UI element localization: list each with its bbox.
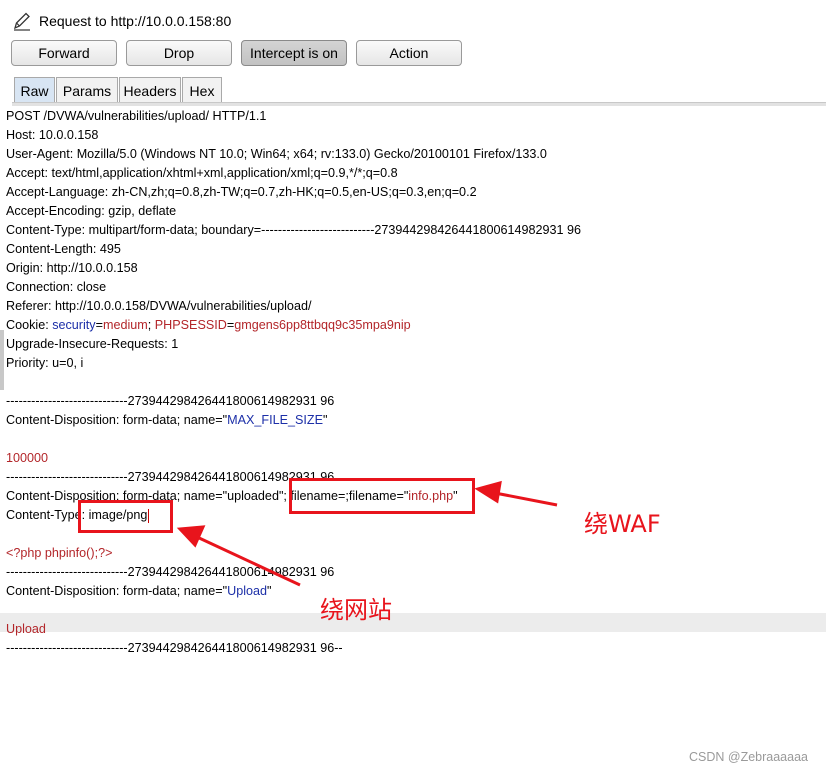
header-accept-encoding: Accept-Encoding: gzip, deflate: [6, 204, 177, 218]
disposition-prefix: Content-Disposition: form-data; name=": [6, 413, 228, 427]
content-type-highlight-box: [78, 500, 173, 533]
cookie-prefix: Cookie:: [6, 318, 53, 332]
header-accept-language: Accept-Language: zh-CN,zh;q=0.8,zh-TW;q=…: [6, 185, 477, 199]
watermark: CSDN @Zebraaaaaa: [689, 750, 808, 764]
pencil-icon: [13, 12, 30, 31]
site-annotation-label: 绕网站: [320, 596, 392, 624]
action-button[interactable]: Action: [356, 40, 462, 66]
cookie-eq: =: [95, 318, 103, 332]
tab-raw[interactable]: Raw: [14, 77, 55, 103]
raw-request-editor[interactable]: POST /DVWA/vulnerabilities/upload/ HTTP/…: [0, 106, 826, 772]
message-tabs: Raw Params Headers Hex: [0, 77, 826, 103]
window-title: Request to http://10.0.0.158:80: [39, 13, 232, 29]
header-upgrade: Upgrade-Insecure-Requests: 1: [6, 337, 179, 351]
header-referer: Referer: http://10.0.0.158/DVWA/vulnerab…: [6, 299, 312, 313]
tab-headers[interactable]: Headers: [119, 77, 181, 103]
header-host: Host: 10.0.0.158: [6, 128, 99, 142]
multipart-boundary: -----------------------------27394429842…: [6, 470, 335, 484]
waf-annotation-label: 绕WAF: [584, 510, 661, 538]
header-origin: Origin: http://10.0.0.158: [6, 261, 138, 275]
header-connection: Connection: close: [6, 280, 107, 294]
multipart-boundary: -----------------------------27394429842…: [6, 394, 335, 408]
disposition-suffix: ": [323, 413, 328, 427]
multipart-boundary: -----------------------------27394429842…: [6, 565, 335, 579]
header-content-length: Content-Length: 495: [6, 242, 121, 256]
cookie-security-value: medium: [102, 318, 148, 332]
forward-button[interactable]: Forward: [11, 40, 117, 66]
header-priority: Priority: u=0, i: [6, 356, 84, 370]
title-bar: Request to http://10.0.0.158:80: [0, 0, 826, 40]
part1-name: MAX_FILE_SIZE: [227, 413, 324, 427]
header-user-agent: User-Agent: Mozilla/5.0 (Windows NT 10.0…: [6, 147, 547, 161]
drop-button[interactable]: Drop: [126, 40, 232, 66]
header-content-type: Content-Type: multipart/form-data; bound…: [6, 223, 582, 237]
tab-hex[interactable]: Hex: [182, 77, 222, 103]
cookie-security-name: security: [52, 318, 96, 332]
disposition-prefix: Content-Disposition: form-data; name=": [6, 584, 228, 598]
multipart-boundary-end: -----------------------------27394429842…: [6, 641, 343, 655]
request-line: POST /DVWA/vulnerabilities/upload/ HTTP/…: [6, 109, 267, 123]
current-line-highlight: [0, 613, 826, 632]
part3-value: Upload: [6, 622, 46, 636]
header-cookie: Cookie: security=medium; PHPSESSID=gmgen…: [6, 316, 411, 335]
tab-params[interactable]: Params: [56, 77, 118, 103]
part2-body: <?php phpinfo();?>: [6, 546, 113, 560]
disposition-suffix: ": [267, 584, 272, 598]
part1-value: 100000: [6, 451, 49, 465]
cookie-session-name: PHPSESSID: [154, 318, 227, 332]
part1-disposition: Content-Disposition: form-data; name="MA…: [6, 411, 328, 430]
cookie-sep: ;: [147, 318, 155, 332]
filename-highlight-box: [289, 478, 475, 514]
intercept-toggle-button[interactable]: Intercept is on: [241, 40, 347, 66]
header-accept: Accept: text/html,application/xhtml+xml,…: [6, 166, 398, 180]
part3-name: Upload: [227, 584, 268, 598]
part3-disposition: Content-Disposition: form-data; name="Up…: [6, 582, 272, 601]
cookie-session-value: gmgens6pp8ttbqq9c35mpa9nip: [234, 318, 411, 332]
